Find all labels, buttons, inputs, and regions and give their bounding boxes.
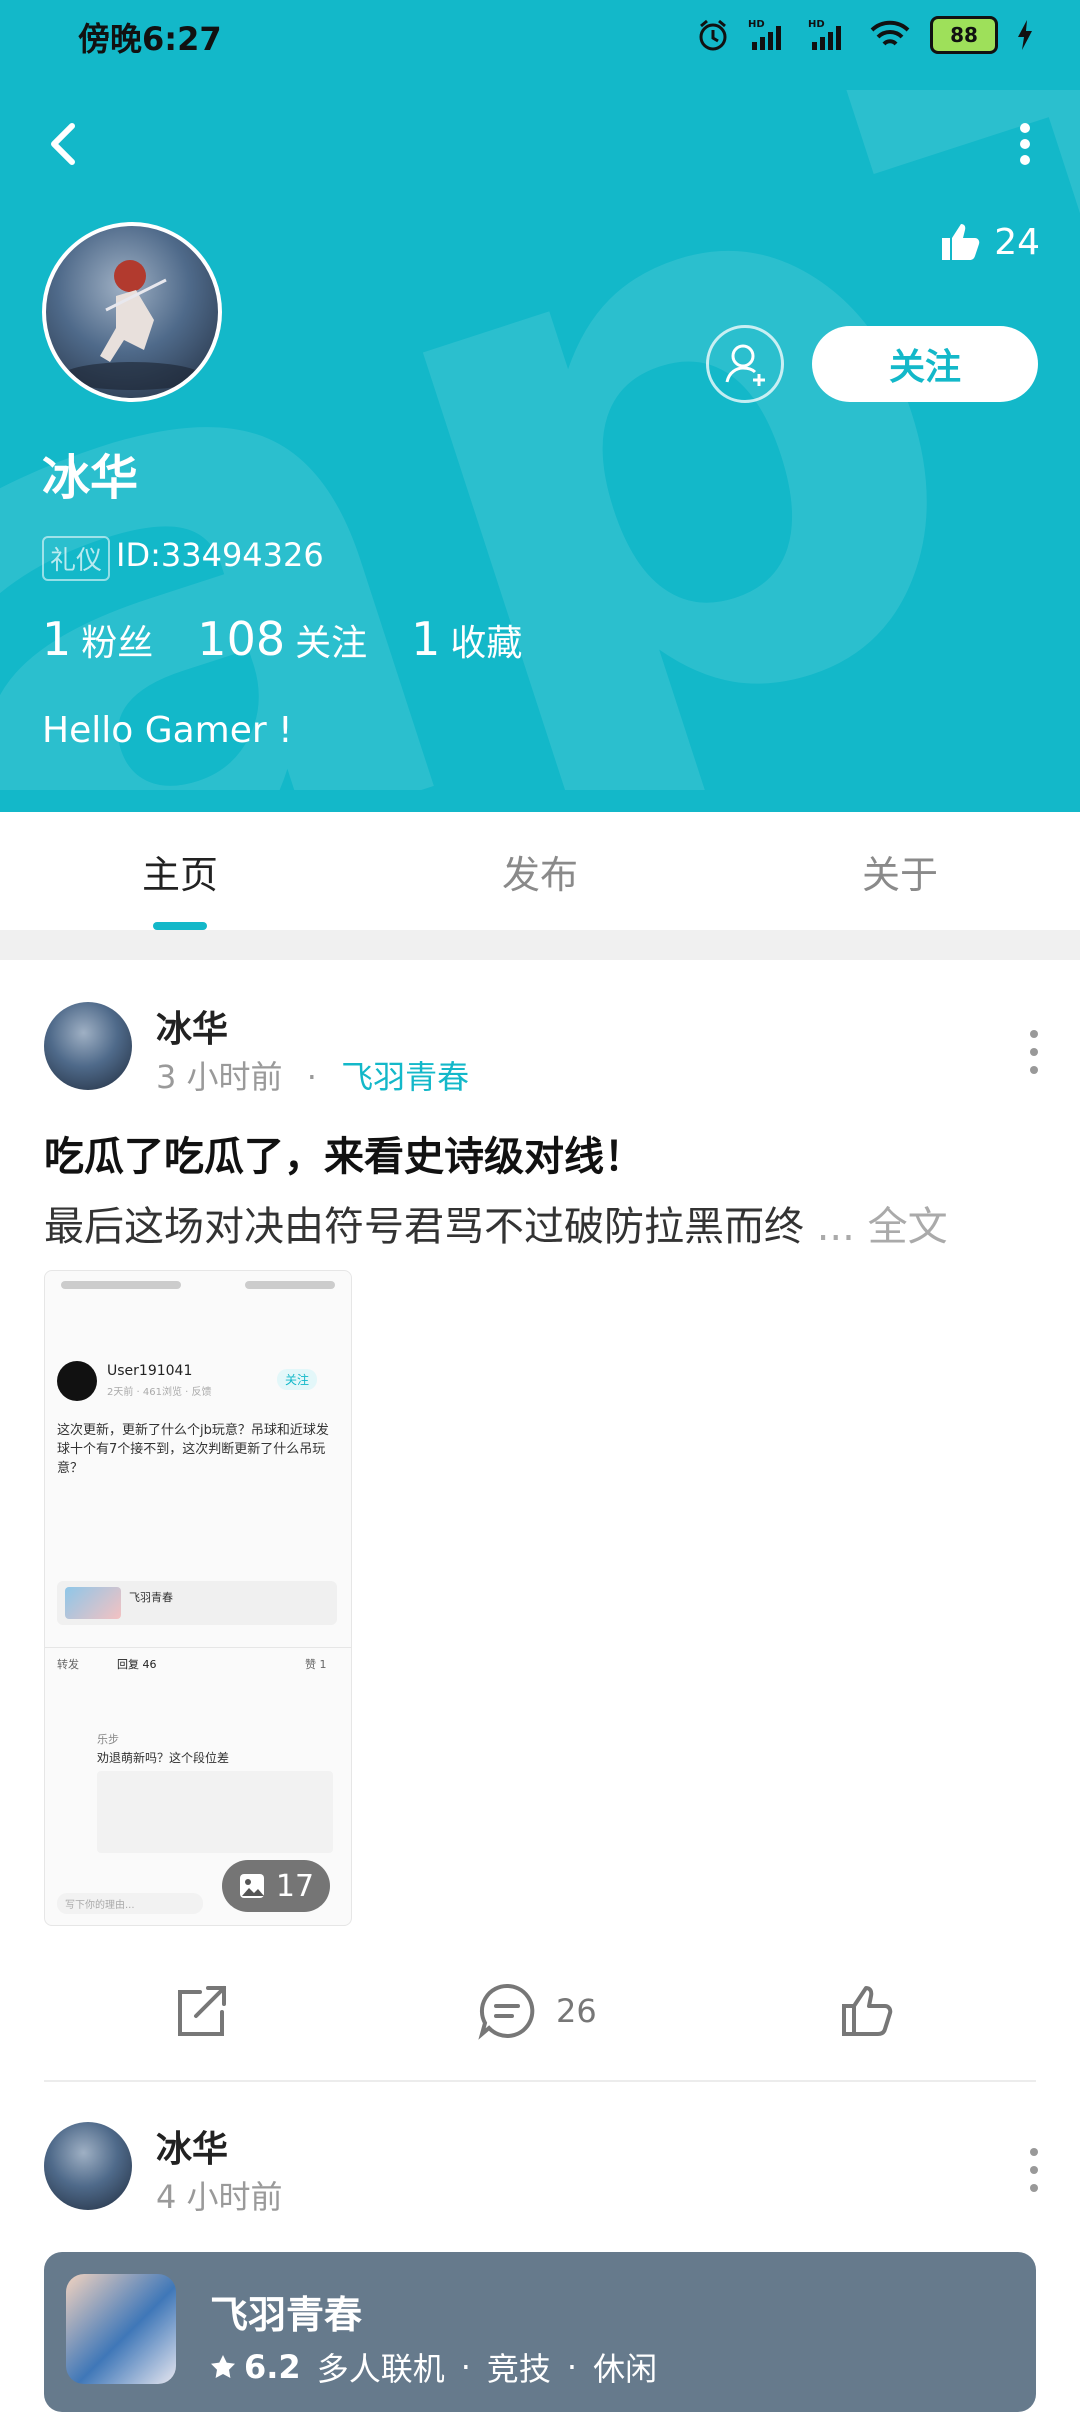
game-icon — [66, 2274, 176, 2384]
add-friend-button[interactable] — [706, 325, 784, 403]
game-tag: 多人联机 — [316, 2350, 445, 2388]
stat-fans[interactable]: 1 粉丝 — [42, 612, 153, 666]
post-more-icon[interactable] — [1028, 1026, 1040, 1078]
thumb-follow: 关注 — [277, 1369, 318, 1390]
tag-separator: · — [566, 2348, 578, 2386]
meta-separator: · — [306, 1058, 317, 1096]
etiquette-badge[interactable]: 礼仪 — [42, 536, 111, 581]
tab-posts[interactable]: 发布 — [360, 812, 720, 930]
share-button[interactable] — [170, 1966, 232, 2056]
read-full-link[interactable]: ... 全文 — [804, 1204, 948, 1250]
stat-favorites[interactable]: 1 收藏 — [411, 612, 522, 666]
image-icon — [239, 1874, 264, 1898]
alarm-icon — [699, 19, 727, 51]
profile-tabs: 主页 发布 关于 — [0, 812, 1080, 930]
game-info: 6.2 多人联机 · 竞技 · 休闲 — [210, 2344, 657, 2390]
post-more-icon[interactable] — [1028, 2144, 1040, 2196]
thumbs-up-outline-icon — [842, 1986, 893, 2036]
more-vertical-icon[interactable] — [1010, 112, 1040, 176]
post-image-thumbnail[interactable]: User191041 2天前 · 461浏览 · 反馈 关注 这次更新，更新了什… — [44, 1270, 352, 1926]
game-name: 飞羽青春 — [210, 2293, 363, 2337]
post-author-avatar[interactable] — [44, 1002, 132, 1090]
tag-separator: · — [460, 2348, 471, 2386]
image-count-badge[interactable]: 17 — [222, 1860, 330, 1912]
thumb-reply-text: 劝退萌新吗？这个段位差 — [97, 1751, 230, 1765]
post-actions: 26 — [0, 1966, 1080, 2056]
thumb-reply-box — [97, 1771, 333, 1853]
profile-likes: 24 — [938, 220, 1040, 264]
thumb-game-card: 飞羽青春 — [57, 1581, 337, 1625]
avatar[interactable] — [42, 222, 222, 402]
follow-button[interactable]: 关注 — [812, 326, 1038, 402]
active-tab-indicator — [153, 922, 207, 930]
profile-stats: 1 粉丝 108 关注 1 收藏 — [42, 612, 522, 666]
thumb-input: 写下你的理由... — [57, 1893, 203, 1914]
game-card[interactable]: 飞羽青春 6.2 多人联机 · 竞技 · 休闲 — [44, 2252, 1036, 2412]
thumb-body: 这次更新，更新了什么个jb玩意？吊球和近球发球十个有7个接不到，这次判断更新了什… — [57, 1423, 329, 1476]
game-tag: 竞技 — [486, 2350, 551, 2388]
thumb-meta: 2天前 · 461浏览 · 反馈 — [107, 1387, 212, 1398]
thumb-tabs: 转发 回复 46 赞 1 — [45, 1647, 351, 1678]
thumb-game-icon — [65, 1587, 121, 1619]
like-button[interactable] — [836, 1966, 898, 2056]
post-excerpt[interactable]: 最后这场对决由符号君骂不过破防拉黑而终 ... 全文 — [44, 1194, 1044, 1252]
svg-text:HD: HD — [808, 19, 825, 30]
battery-indicator: 88 — [930, 16, 998, 54]
back-arrow-icon[interactable] — [40, 112, 88, 176]
thumb-reply-user: 乐步 — [97, 1733, 119, 1746]
taptap-watermark: apTa — [0, 90, 1080, 790]
comment-button[interactable]: 26 — [476, 1966, 597, 2056]
post-time: 3 小时前 — [156, 1058, 283, 1096]
wifi-icon — [870, 20, 910, 46]
post-time: 4 小时前 — [156, 2178, 283, 2216]
signal-icon: HD — [748, 19, 781, 50]
status-bar: 傍晚6:27 HD HD 88 — [0, 0, 1080, 72]
thumb-game-name: 飞羽青春 — [129, 1591, 173, 1604]
post-author-name[interactable]: 冰华 — [156, 1000, 228, 1052]
profile-bio: Hello Gamer ! — [42, 710, 293, 751]
stat-following[interactable]: 108 关注 — [197, 612, 367, 666]
add-user-icon — [725, 344, 765, 386]
thumb-avatar — [57, 1361, 97, 1401]
svg-text:HD: HD — [748, 19, 765, 30]
likes-count: 24 — [994, 221, 1040, 263]
thumb-status-bar — [61, 1281, 335, 1289]
section-divider — [0, 930, 1080, 960]
post-author-name[interactable]: 冰华 — [156, 2120, 228, 2172]
comment-icon — [478, 1983, 535, 2040]
profile-id: ID:33494326 — [116, 536, 324, 574]
tab-home[interactable]: 主页 — [0, 812, 360, 930]
status-icons: HD HD 88 — [696, 14, 1034, 56]
post-author-avatar[interactable] — [44, 2122, 132, 2210]
comment-count: 26 — [556, 1992, 597, 2030]
charging-icon — [1018, 20, 1032, 50]
signal-icon-2: HD — [808, 19, 841, 50]
game-rating: 6.2 — [244, 2348, 301, 2386]
svg-text:apTa: apTa — [0, 90, 1080, 790]
tab-about[interactable]: 关于 — [720, 812, 1080, 930]
share-icon — [178, 1986, 226, 2036]
profile-header: apTa 傍晚6:27 HD HD 88 24 关注 冰华 礼仪 ID:3349… — [0, 0, 1080, 812]
thumbs-up-icon — [942, 224, 980, 260]
game-tag: 休闲 — [593, 2350, 658, 2388]
post-meta: 3 小时前 · 飞羽青春 — [156, 1052, 469, 1098]
star-icon — [211, 2355, 235, 2378]
status-time: 傍晚6:27 — [78, 20, 222, 58]
post-title[interactable]: 吃瓜了吃瓜了，来看史诗级对线！ — [44, 1124, 644, 1182]
avatar-image — [62, 260, 202, 390]
thumb-user: User191041 — [107, 1363, 193, 1379]
post-game-link[interactable]: 飞羽青春 — [341, 1058, 469, 1096]
profile-name: 冰华 — [42, 450, 139, 506]
